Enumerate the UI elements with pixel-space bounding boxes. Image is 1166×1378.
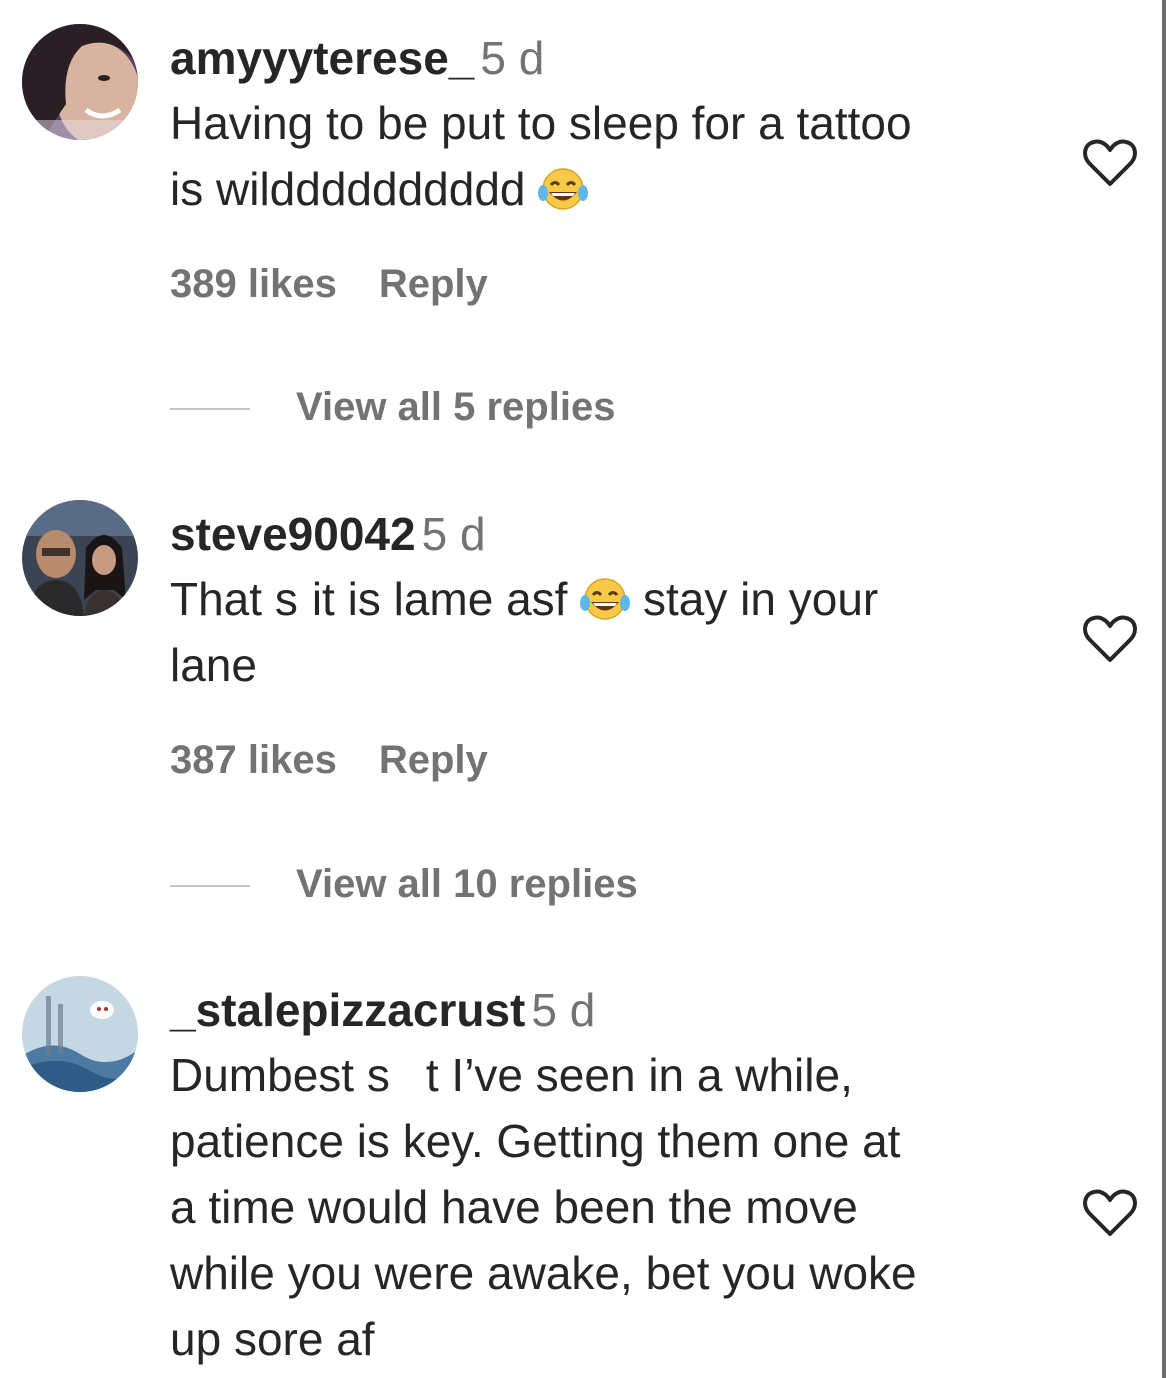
username[interactable]: amyyyterese_: [170, 32, 474, 84]
heart-outline-icon[interactable]: [1082, 614, 1138, 664]
avatar[interactable]: [22, 24, 138, 140]
comment-text-fragment: That s: [170, 573, 298, 625]
replies-divider: [170, 408, 250, 411]
comment-body: amyyyterese_ 5 d Having to be put to slee…: [170, 30, 1060, 222]
avatar[interactable]: [22, 976, 138, 1092]
likes-count[interactable]: 389 likes: [170, 262, 337, 306]
comment-text-fragment: t I’ve seen in a while,: [425, 1049, 853, 1101]
comment-text-line: patience is key. Getting them one at: [170, 1115, 901, 1167]
comment-text-line: lane: [170, 639, 257, 691]
comment-text-line: a time would have been the move: [170, 1181, 858, 1233]
comment-text-fragment: Dumbest s: [170, 1049, 390, 1101]
laughing-tears-emoji-icon: [580, 572, 631, 620]
comment-text-line: That s it is lame asf stay in your: [170, 566, 1060, 632]
comment-text-line: up sore af: [170, 1313, 375, 1365]
view-replies-label[interactable]: View all 5 replies: [296, 385, 615, 429]
comment-text-line: Having to be put to sleep for a tattoo: [170, 97, 912, 149]
comment-text-fragment: is wildddddddddd: [170, 163, 526, 215]
view-replies-button[interactable]: View all 5 replies: [170, 385, 615, 430]
view-replies-label[interactable]: View all 10 replies: [296, 862, 638, 906]
comment-header: steve90042 5 d: [170, 506, 1060, 562]
username[interactable]: _stalepizzacrust: [170, 984, 525, 1036]
view-replies-button[interactable]: View all 10 replies: [170, 862, 638, 907]
comment-header: amyyyterese_ 5 d: [170, 30, 1060, 86]
comment-text-line: while you were awake, bet you woke: [170, 1247, 917, 1299]
laughing-tears-emoji-icon: [538, 162, 589, 210]
comment-body: steve90042 5 d That s it is lame asf stay…: [170, 506, 1060, 698]
timestamp[interactable]: 5 d: [422, 508, 486, 560]
comment-text-line: is wildddddddddd: [170, 156, 1060, 222]
comment-text: That s it is lame asf stay in your lane: [170, 566, 1060, 698]
likes-count[interactable]: 387 likes: [170, 738, 337, 782]
comment-text-line: Dumbest s t I’ve seen in a while,: [170, 1042, 1060, 1108]
avatar[interactable]: [22, 500, 138, 616]
timestamp[interactable]: 5 d: [531, 984, 595, 1036]
timestamp[interactable]: 5 d: [480, 32, 544, 84]
comment-text: Having to be put to sleep for a tattoo i…: [170, 90, 1060, 222]
window-edge: [1162, 0, 1166, 1378]
reply-button[interactable]: Reply: [379, 262, 488, 306]
reply-button[interactable]: Reply: [379, 738, 488, 782]
comment-body: _stalepizzacrust 5 d Dumbest s t I’ve see…: [170, 982, 1060, 1372]
heart-outline-icon[interactable]: [1082, 1188, 1138, 1238]
comment-text: Dumbest s t I’ve seen in a while, patien…: [170, 1042, 1060, 1372]
replies-divider: [170, 885, 250, 888]
censor-block: [389, 1042, 426, 1108]
comment-header: _stalepizzacrust 5 d: [170, 982, 1060, 1038]
comment-text-fragment: stay in your: [643, 573, 879, 625]
heart-outline-icon[interactable]: [1082, 138, 1138, 188]
username[interactable]: steve90042: [170, 508, 416, 560]
comment-actions: 389 likes Reply: [170, 262, 488, 307]
comment-actions: 387 likes Reply: [170, 738, 488, 783]
censor-block: [297, 566, 312, 632]
comment-text-fragment: it is lame asf: [311, 573, 568, 625]
